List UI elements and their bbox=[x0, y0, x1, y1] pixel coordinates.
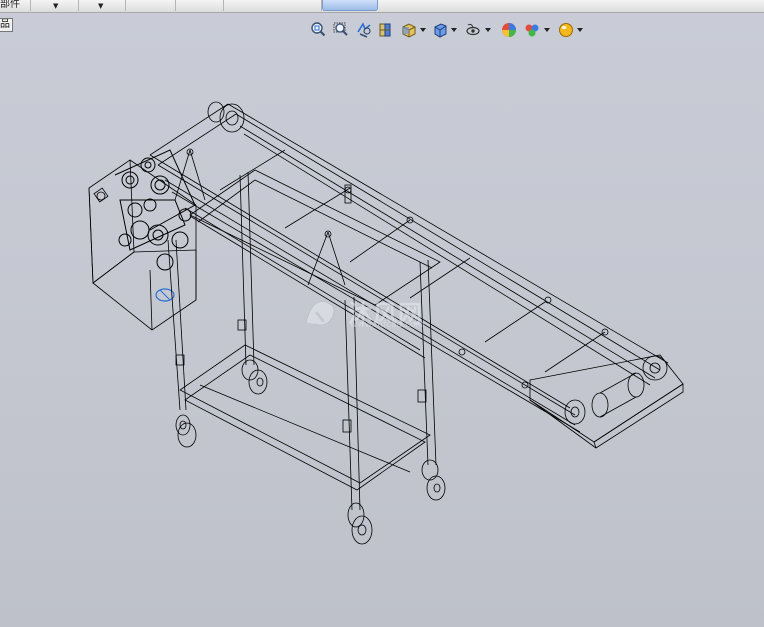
chevron-down-icon[interactable] bbox=[451, 27, 457, 33]
view-orientation-button[interactable] bbox=[400, 20, 418, 40]
previous-view-icon bbox=[357, 22, 371, 38]
conveyor-belt-frame bbox=[149, 101, 669, 433]
side-panel-tab[interactable]: 品 bbox=[0, 18, 13, 32]
edit-appearance-button[interactable] bbox=[500, 20, 518, 40]
chevron-down-icon[interactable] bbox=[485, 27, 491, 33]
chevron-down-icon[interactable] bbox=[420, 27, 426, 33]
watermark-url: www.mfcad.com bbox=[350, 320, 425, 330]
previous-view-button[interactable] bbox=[355, 20, 373, 40]
watermark-logo-icon bbox=[305, 300, 335, 326]
toolbar-slot-1[interactable] bbox=[125, 0, 176, 11]
zoom-to-area-icon bbox=[333, 22, 348, 36]
toolbar-slot-2[interactable] bbox=[175, 0, 224, 11]
apply-scene-icon bbox=[525, 24, 539, 37]
top-menu-bar: 部件 ▼ ▼ bbox=[0, 0, 764, 13]
display-style-button[interactable] bbox=[431, 20, 449, 40]
apply-scene-button[interactable] bbox=[523, 20, 541, 40]
dropdown-2[interactable]: ▼ bbox=[30, 0, 79, 11]
view-toolbar bbox=[309, 20, 589, 40]
side-panel-tab-label: 品 bbox=[0, 19, 10, 30]
chevron-down-icon[interactable] bbox=[577, 27, 583, 33]
view-settings-icon bbox=[559, 23, 573, 37]
toolbar-slot-3[interactable] bbox=[223, 0, 322, 11]
zoom-to-fit-button[interactable] bbox=[309, 20, 327, 40]
active-tab[interactable] bbox=[322, 0, 378, 11]
watermark: 沐风网 www.mfcad.com bbox=[302, 290, 472, 336]
component-dropdown[interactable]: 部件 bbox=[0, 0, 31, 11]
chevron-down-icon: ▼ bbox=[53, 2, 59, 10]
component-dropdown-label: 部件 bbox=[0, 0, 20, 10]
chevron-down-icon: ▼ bbox=[98, 2, 104, 10]
edit-appearance-icon bbox=[502, 23, 516, 37]
zoom-to-area-button[interactable] bbox=[332, 20, 350, 40]
section-view-button[interactable] bbox=[377, 20, 395, 40]
chevron-down-icon[interactable] bbox=[544, 27, 550, 33]
zoom-to-fit-icon bbox=[311, 22, 326, 37]
hide-show-items-icon bbox=[466, 23, 480, 36]
section-view-icon bbox=[379, 23, 391, 37]
dropdown-3[interactable]: ▼ bbox=[78, 0, 126, 11]
support-frame bbox=[167, 148, 446, 545]
graphics-viewport[interactable]: 沐风网 www.mfcad.com bbox=[0, 42, 764, 627]
hide-show-items-button[interactable] bbox=[464, 20, 482, 40]
display-style-icon bbox=[434, 23, 447, 38]
view-settings-button[interactable] bbox=[557, 20, 575, 40]
view-orientation-icon bbox=[402, 23, 416, 38]
